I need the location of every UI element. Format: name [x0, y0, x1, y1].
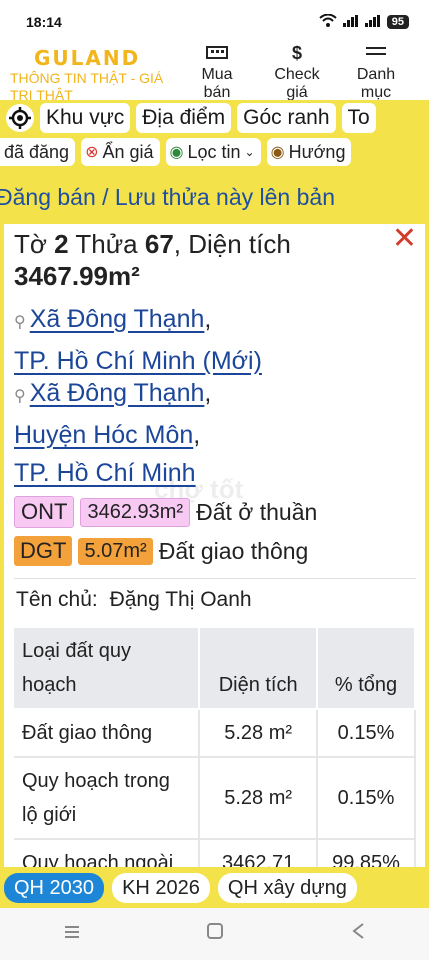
address-new: ⚲ Xã Đông Thạnh, TP. Hồ Chí Minh (Mới): [14, 305, 262, 375]
filter-bar-primary: Khu vực Địa điểm Góc ranh To: [0, 100, 429, 136]
logo-name: GULAND: [34, 46, 141, 70]
filter-corner[interactable]: Góc ranh: [237, 103, 336, 133]
filter-news-label: Lọc tin: [187, 141, 241, 162]
cell-percent: 0.15%: [317, 757, 416, 840]
menu-categories[interactable]: Danh mục: [348, 44, 404, 100]
land-type-dgt: DGT 5.07m² Đất giao thông: [14, 536, 308, 566]
filter-direction-label: Hướng: [288, 141, 346, 162]
filter-news[interactable]: ◉ Lọc tin ⌄: [165, 138, 261, 166]
battery-level: 95: [386, 15, 409, 29]
owner-row: Tên chủ: Đặng Thị Oanh: [16, 588, 252, 612]
area-label: , Diện tích: [173, 229, 291, 259]
land-code-dgt: DGT: [14, 536, 73, 566]
parcel-title: Tờ 2 Thửa 67, Diện tích 3467.99m²: [14, 228, 394, 292]
col-area: Diện tích: [199, 628, 319, 710]
cell-area: 5.28 m²: [199, 709, 319, 758]
locate-icon[interactable]: [6, 104, 34, 132]
signal-icon: [342, 14, 359, 30]
signal-icon-2: [364, 14, 381, 30]
sheet-number: 2: [54, 229, 69, 259]
parcel-area: 3467.99m²: [14, 261, 140, 291]
owner-name: Đặng Thị Oanh: [109, 588, 252, 611]
app-header: GULAND THÔNG TIN THẬT - GIÁ TRỊ THẬT Mua…: [0, 44, 429, 100]
menu-icon: [348, 44, 404, 66]
status-bar: 18:14 95: [0, 0, 429, 44]
cell-area: 5.28 m²: [199, 757, 319, 840]
tab-qh-2030[interactable]: QH 2030: [4, 873, 105, 903]
tab-kh-2026[interactable]: KH 2026: [112, 873, 210, 903]
address-old-city[interactable]: TP. Hồ Chí Minh: [14, 459, 196, 487]
filter-more[interactable]: To: [341, 103, 376, 133]
dollar-icon: $: [291, 44, 302, 63]
table-row: Đất giao thông 5.28 m² 0.15%: [14, 709, 416, 758]
logo-tagline: THÔNG TIN THẬT - GIÁ TRỊ THẬT: [10, 70, 164, 100]
land-name-ont: Đất ở thuần: [196, 498, 318, 525]
col-land-type: Loại đất quy hoạch: [14, 628, 201, 710]
address-new-city[interactable]: TP. Hồ Chí Minh (Mới): [14, 347, 262, 375]
owner-label: Tên chủ:: [16, 588, 98, 611]
planning-tabs: QH 2030 KH 2026 QH xây dựng: [0, 868, 429, 908]
back-icon[interactable]: [350, 922, 366, 946]
address-old-district[interactable]: Huyện Hóc Môn: [14, 421, 193, 449]
land-area-dgt: 5.07m²: [78, 537, 153, 565]
divider: [14, 578, 416, 579]
tab-qh-construction[interactable]: QH xây dựng: [217, 873, 357, 903]
land-name-dgt: Đất giao thông: [158, 537, 309, 564]
filter-area[interactable]: Khu vực: [40, 103, 131, 133]
cell-land-type: Đất giao thông: [14, 709, 201, 758]
filter-bar-secondary: đã đăng ⊗ Ẩn giá ◉ Lọc tin ⌄ ◉ Hướng: [0, 136, 429, 168]
cell-percent: 0.15%: [317, 709, 416, 758]
col-percent: % tổng: [317, 628, 416, 710]
menu-check-price-label: Check giá: [274, 66, 320, 100]
filter-posted-label: đã đăng: [4, 141, 70, 162]
table-row: Quy hoạch ngoài 3462.71 99.85%: [14, 839, 416, 867]
radio-icon: ◉: [169, 144, 184, 161]
filter-hide-price-label: Ẩn giá: [102, 141, 154, 162]
recent-apps-icon[interactable]: [63, 923, 81, 946]
parcel-number: 67: [144, 229, 174, 259]
menu-buy-sell-label: Mua bán: [201, 66, 233, 100]
compass-icon: ◉: [270, 144, 285, 161]
parcel-label: Thửa: [75, 229, 138, 259]
menu-check-price[interactable]: $ Check giá: [266, 44, 328, 100]
save-parcel-banner[interactable]: Đăng bán / Lưu thửa này lên bản: [0, 184, 429, 222]
filter-location[interactable]: Địa điểm: [136, 103, 232, 133]
chevron-down-icon: ⌄: [244, 145, 255, 159]
sheet-label: Tờ: [14, 229, 47, 259]
planning-table: Loại đất quy hoạch Diện tích % tổng Đất …: [14, 628, 416, 867]
address-old-ward[interactable]: Xã Đông Thạnh: [30, 379, 205, 407]
wifi-icon: [319, 13, 337, 30]
land-area-ont: 3462.93m²: [80, 497, 191, 527]
home-icon[interactable]: [206, 922, 224, 946]
guland-logo[interactable]: GULAND THÔNG TIN THẬT - GIÁ TRỊ THẬT: [10, 46, 178, 100]
save-parcel-label: Đăng bán / Lưu thửa này lên bản: [0, 184, 335, 210]
parcel-card: chợ tốt ✕ Tờ 2 Thửa 67, Diện tích 3467.9…: [4, 224, 425, 867]
menu-categories-label: Danh mục: [356, 66, 396, 100]
close-icon[interactable]: ✕: [392, 224, 417, 254]
system-nav-bar: [0, 908, 429, 960]
address-old: ⚲ Xã Đông Thạnh, Huyện Hóc Môn, TP. Hồ Ch…: [14, 379, 212, 487]
cell-percent: 99.85%: [317, 839, 416, 867]
table-header-row: Loại đất quy hoạch Diện tích % tổng: [14, 628, 416, 710]
location-pin-icon-2: ⚲: [14, 388, 26, 405]
status-icons: 95: [319, 13, 409, 30]
cell-land-type: Quy hoạch ngoài: [14, 839, 201, 867]
status-time: 18:14: [26, 14, 62, 30]
filter-hide-price[interactable]: ⊗ Ẩn giá: [81, 138, 160, 166]
table-row: Quy hoạch trong lộ giới 5.28 m² 0.15%: [14, 757, 416, 840]
filter-direction[interactable]: ◉ Hướng: [266, 138, 352, 166]
land-type-ont: ONT 3462.93m² Đất ở thuần: [14, 496, 317, 528]
filter-posted[interactable]: đã đăng: [0, 138, 76, 166]
land-code-ont: ONT: [14, 496, 75, 528]
location-pin-icon: ⚲: [14, 314, 26, 331]
close-circle-icon: ⊗: [85, 144, 99, 161]
cell-land-type: Quy hoạch trong lộ giới: [14, 757, 201, 840]
cell-area: 3462.71: [199, 839, 319, 867]
address-new-ward[interactable]: Xã Đông Thạnh: [30, 305, 205, 333]
building-icon: [192, 44, 242, 66]
menu-buy-sell[interactable]: Mua bán: [192, 44, 242, 100]
